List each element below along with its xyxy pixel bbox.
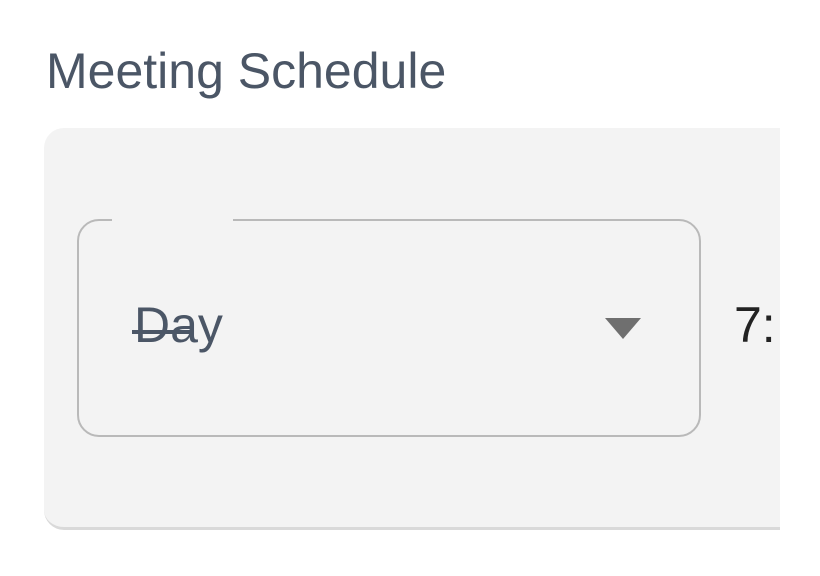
- page-title: Meeting Schedule: [46, 43, 447, 99]
- time-value: 7:: [734, 297, 776, 353]
- value-strike-dash: [132, 330, 194, 334]
- viewport-clip: [780, 0, 820, 576]
- select-outline-notch: [112, 210, 233, 228]
- meeting-schedule-page: Meeting Schedule Day 7:: [0, 0, 820, 576]
- triangle-down-icon[interactable]: [605, 318, 641, 339]
- frequency-select-value: Day: [134, 297, 223, 353]
